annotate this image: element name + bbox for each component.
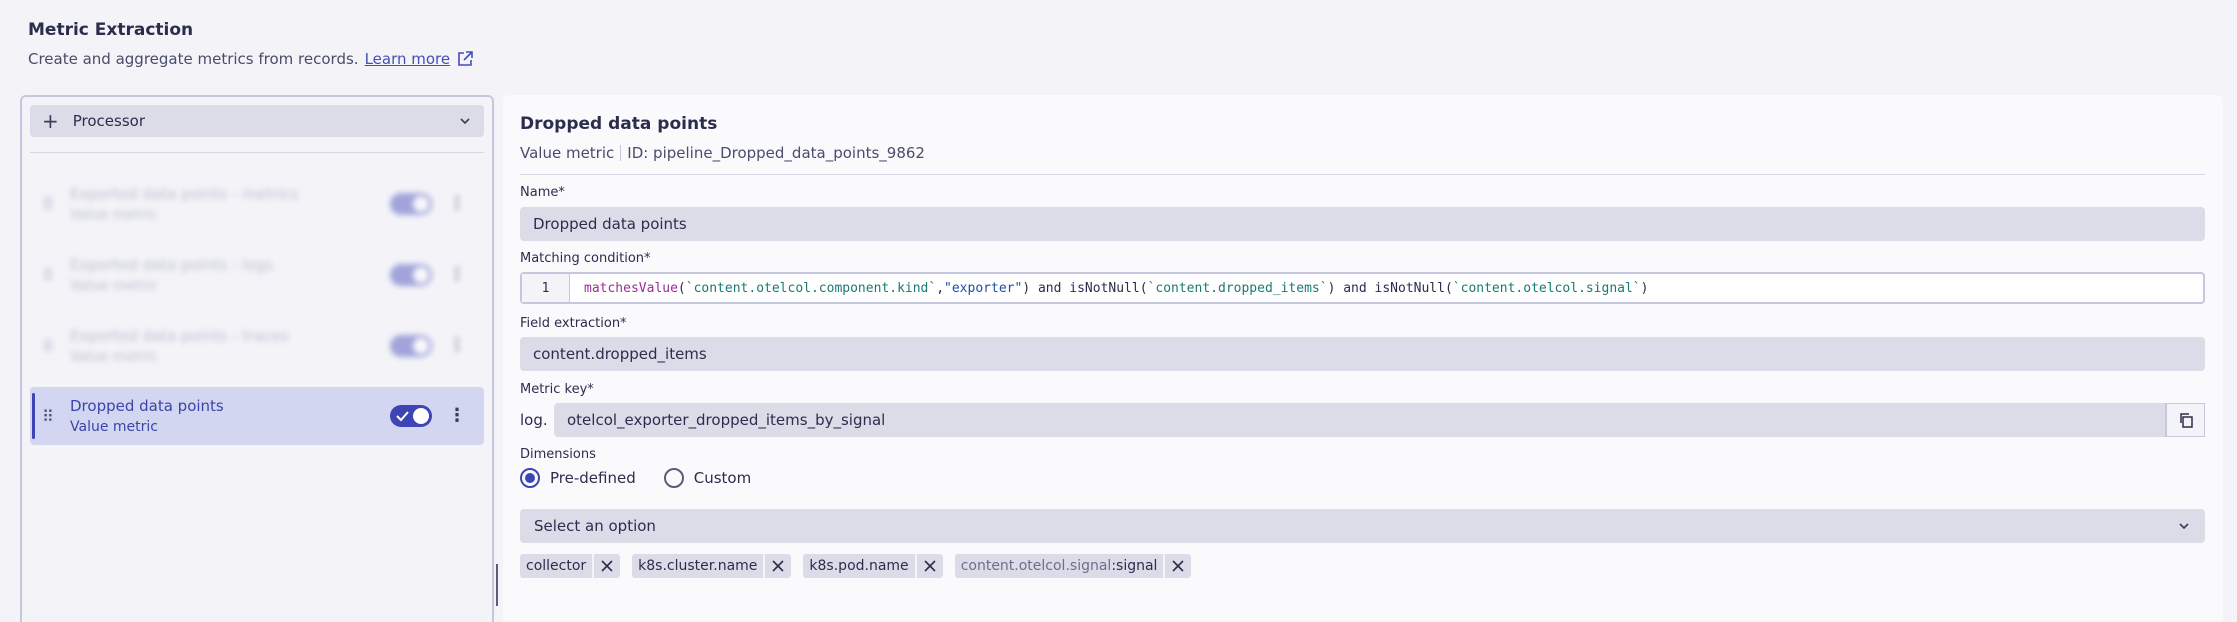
processor-item-subtitle: Value metric <box>70 419 158 435</box>
metric-type: Value metric <box>520 144 615 162</box>
enable-toggle[interactable] <box>390 405 432 427</box>
more-options-icon[interactable]: ⋮ <box>448 193 466 214</box>
radio-predefined[interactable] <box>520 468 540 488</box>
radio-custom-label[interactable]: Custom <box>694 469 751 487</box>
processor-label: Processor <box>72 112 146 130</box>
code-token: `content.dropped_items` <box>1147 280 1328 296</box>
field-extraction-field[interactable]: content.dropped_items <box>520 337 2205 371</box>
dimension-chip: content.otelcol.signal:signal <box>954 554 1192 578</box>
meta-separator <box>620 145 622 161</box>
code-token: ) and isNotNull( <box>1022 280 1148 296</box>
check-icon <box>396 411 409 422</box>
processor-detail-panel: Dropped data points Value metric ID: pip… <box>503 95 2223 622</box>
plus-icon: + <box>42 109 59 133</box>
dimensions-select[interactable]: Select an option <box>520 509 2205 543</box>
processor-item-title: Exported data points - traces <box>70 327 289 345</box>
chevron-down-icon <box>460 118 470 125</box>
matching-condition-label: Matching condition* <box>520 251 651 266</box>
more-options-icon[interactable]: ⋮ <box>448 264 466 285</box>
remove-chip-button[interactable] <box>1163 554 1192 578</box>
close-icon <box>1172 560 1185 572</box>
code-token: `content.otelcol.signal` <box>1452 280 1641 296</box>
radio-predefined-label[interactable]: Pre-defined <box>550 469 636 487</box>
select-placeholder: Select an option <box>534 517 656 535</box>
copy-icon <box>2179 413 2193 428</box>
code-line[interactable]: matchesValue(`content.otelcol.component.… <box>570 274 1648 302</box>
code-token: ) <box>1640 280 1649 296</box>
processor-item[interactable]: ⠿ Exported data points - metrics Value m… <box>30 175 484 233</box>
dimensions-radio-group: Pre-defined Custom <box>520 468 769 488</box>
detail-title: Dropped data points <box>520 114 718 134</box>
external-link-icon[interactable] <box>456 50 474 68</box>
remove-chip-button[interactable] <box>914 554 943 578</box>
chip-label: k8s.pod.name <box>803 554 915 578</box>
processor-list-panel: + Processor ⠿ Exported data points - met… <box>20 95 494 622</box>
name-label: Name* <box>520 185 565 200</box>
page-title: Metric Extraction <box>28 20 194 40</box>
dimension-chip: k8s.pod.name <box>803 554 943 578</box>
close-icon <box>772 560 784 572</box>
radio-custom[interactable] <box>663 468 684 488</box>
subtitle-text: Create and aggregate metrics from record… <box>28 50 359 68</box>
field-extraction-label: Field extraction* <box>520 316 627 331</box>
enable-toggle[interactable] <box>390 264 432 286</box>
matching-condition-editor[interactable]: 1 matchesValue(`content.otelcol.componen… <box>520 272 2205 304</box>
code-token: `content.otelcol.component.kind` <box>685 280 937 296</box>
remove-chip-button[interactable] <box>592 554 621 578</box>
page-header: Metric Extraction Create and aggregate m… <box>28 20 474 68</box>
enable-toggle[interactable] <box>390 335 432 357</box>
processor-item-selected[interactable]: ⠿ Dropped data points Value metric ⋮ <box>30 387 484 445</box>
drag-handle-icon[interactable]: ⠿ <box>42 337 56 356</box>
divider <box>520 174 2205 175</box>
chip-label: k8s.cluster.name <box>632 554 764 578</box>
code-token: "exporter" <box>944 280 1023 296</box>
more-options-icon[interactable]: ⋮ <box>448 335 466 356</box>
processor-item-title: Exported data points - logs <box>70 256 273 274</box>
processor-item-subtitle: Value metric <box>70 278 158 294</box>
remove-chip-button[interactable] <box>763 554 792 578</box>
copy-button[interactable] <box>2165 403 2205 437</box>
code-token: ) and isNotNull( <box>1327 280 1453 296</box>
dimension-chips: collector k8s.cluster.name k8s.pod.name … <box>520 554 1192 578</box>
divider <box>30 152 484 153</box>
chip-label: content.otelcol.signal:signal <box>954 554 1164 578</box>
panel-resize-handle[interactable] <box>496 564 498 606</box>
more-options-icon[interactable]: ⋮ <box>448 405 466 426</box>
chip-label: collector <box>520 554 593 578</box>
learn-more-link[interactable]: Learn more <box>365 50 451 68</box>
code-token: , <box>936 280 945 296</box>
processor-item-title: Exported data points - metrics <box>70 185 299 203</box>
name-field[interactable]: Dropped data points <box>520 207 2205 241</box>
chevron-down-icon <box>2179 523 2189 530</box>
processor-item-subtitle: Value metric <box>70 207 158 223</box>
code-token: ( <box>677 280 686 296</box>
processor-item-title: Dropped data points <box>70 397 224 415</box>
processor-item[interactable]: ⠿ Exported data points - traces Value me… <box>30 317 484 375</box>
metric-key-prefix: log. <box>520 411 548 429</box>
processor-item-subtitle: Value metric <box>70 349 158 365</box>
dimension-chip: k8s.cluster.name <box>632 554 792 578</box>
detail-meta: Value metric ID: pipeline_Dropped_data_p… <box>520 144 925 162</box>
processor-id: ID: pipeline_Dropped_data_points_9862 <box>627 144 925 162</box>
close-icon <box>924 560 936 572</box>
metric-key-field[interactable]: otelcol_exporter_dropped_items_by_signal <box>554 403 2165 437</box>
drag-handle-icon[interactable]: ⠿ <box>42 266 56 285</box>
metric-key-label: Metric key* <box>520 382 594 397</box>
line-number: 1 <box>522 274 570 302</box>
page-subtitle: Create and aggregate metrics from record… <box>28 50 474 68</box>
metric-key-row: log. otelcol_exporter_dropped_items_by_s… <box>520 403 2205 437</box>
dimensions-label: Dimensions <box>520 447 596 462</box>
code-token: matchesValue <box>584 280 678 296</box>
processor-item[interactable]: ⠿ Exported data points - logs Value metr… <box>30 246 484 304</box>
enable-toggle[interactable] <box>390 193 432 215</box>
drag-handle-icon[interactable]: ⠿ <box>42 407 56 426</box>
close-icon <box>601 560 613 572</box>
drag-handle-icon[interactable]: ⠿ <box>42 195 56 214</box>
dimension-chip: collector <box>520 554 621 578</box>
add-processor-dropdown[interactable]: + Processor <box>30 105 484 137</box>
